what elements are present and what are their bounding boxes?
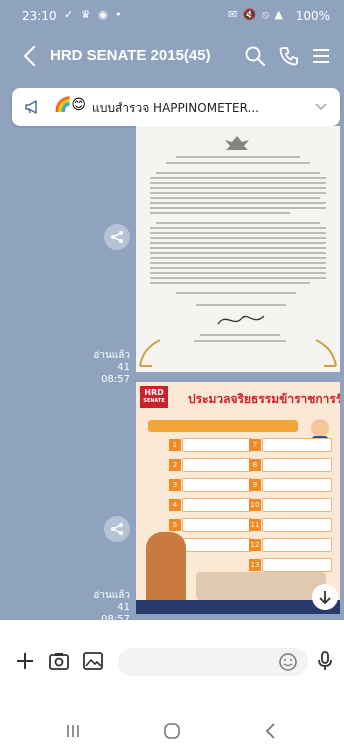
battery-indicator: 100%: [295, 9, 330, 23]
signature-mark: [217, 315, 265, 325]
arrow-down-icon: [319, 591, 331, 605]
status-right-icons: ✉ 🔇 ⦸ ▲: [227, 8, 284, 21]
message-input-bar: [0, 620, 344, 706]
emoji-icon[interactable]: [278, 652, 298, 672]
menu-icon[interactable]: [310, 45, 332, 67]
emblem-icon: [225, 136, 249, 150]
poster-badge: HRD: [144, 388, 164, 397]
home-icon[interactable]: [161, 720, 183, 742]
image-icon[interactable]: [82, 650, 104, 672]
system-nav-bar: [0, 706, 344, 756]
share-icon: [111, 523, 123, 535]
scroll-down-button[interactable]: [312, 584, 338, 610]
poster-grid: 1 7 2 8 3 9 4 10 5 11 6 12 13: [169, 438, 332, 572]
share-button[interactable]: [104, 224, 130, 250]
read-count: อ่านแล้ว 41: [93, 350, 130, 373]
document-image-message[interactable]: [136, 126, 340, 372]
search-icon[interactable]: [244, 45, 266, 67]
message-input[interactable]: [130, 653, 280, 671]
microphone-icon[interactable]: [314, 650, 336, 672]
poster-footer: [136, 600, 340, 614]
recent-apps-icon[interactable]: [62, 720, 84, 742]
poster-group-photo: [196, 572, 326, 600]
chat-header: HRD SENATE 2015(45): [0, 32, 344, 84]
read-count: อ่านแล้ว 41: [93, 590, 130, 613]
share-icon: [111, 231, 123, 243]
plus-icon[interactable]: [14, 650, 36, 672]
hrd-senate-logo: HRD SENATE: [140, 386, 168, 408]
camera-icon[interactable]: [48, 650, 70, 672]
poster-title: ประมวลจริยธรรมข้าราชการรัฐสภา: [188, 392, 340, 406]
back-nav-icon[interactable]: [260, 720, 282, 742]
message-field[interactable]: [118, 648, 308, 676]
poster-person: [146, 532, 186, 600]
announcement-banner[interactable]: 🌈😊 แบบสำรวจ HAPPINOMETER...: [12, 88, 340, 126]
chat-title[interactable]: HRD SENATE 2015(45): [50, 47, 211, 64]
status-time: 23:10: [22, 9, 57, 23]
back-icon[interactable]: [20, 44, 40, 68]
corner-ornament-left: [139, 339, 161, 367]
corner-ornament-right: [315, 339, 337, 367]
megaphone-icon: [25, 100, 37, 114]
poster-badge-sub: SENATE: [143, 398, 165, 404]
chevron-down-icon[interactable]: [314, 100, 328, 114]
read-receipt: อ่านแล้ว 41 08:57: [80, 350, 130, 386]
status-left-icons: ✓ ♛ ◉ •: [64, 8, 124, 21]
announcement-text: แบบสำรวจ HAPPINOMETER...: [92, 101, 259, 115]
share-button[interactable]: [104, 516, 130, 542]
message-time: 08:57: [101, 374, 130, 385]
poster-image-message[interactable]: HRD SENATE ประมวลจริยธรรมข้าราชการรัฐสภา…: [136, 382, 340, 614]
poster-subtitle-bar: [148, 420, 298, 432]
status-bar: 23:10 ✓ ♛ ◉ • ✉ 🔇 ⦸ ▲ 100%: [0, 0, 344, 32]
announcement-emoji: 🌈😊: [54, 97, 87, 113]
phone-icon[interactable]: [278, 45, 300, 67]
